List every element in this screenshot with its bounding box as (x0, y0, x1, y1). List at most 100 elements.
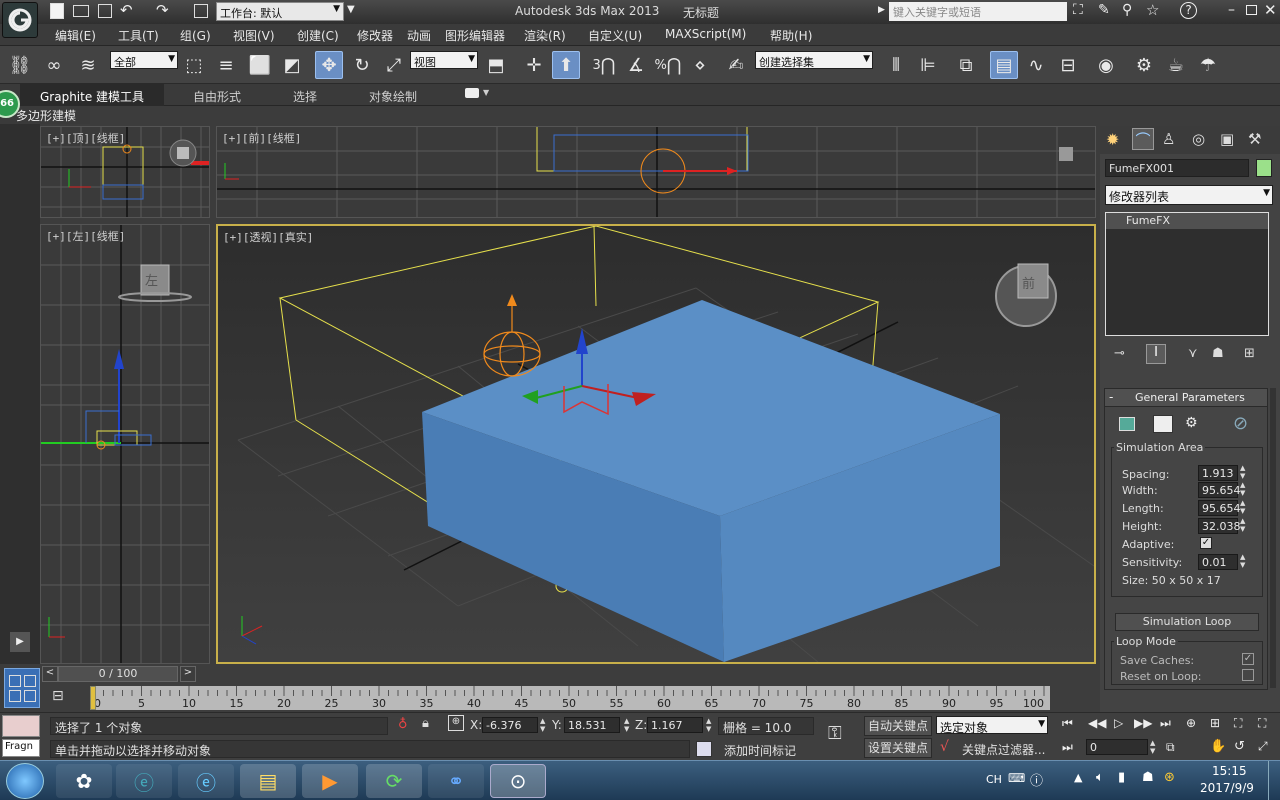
key-filters-button[interactable]: 关键点过滤器... (962, 741, 1045, 758)
isolate-selection-icon[interactable]: ♁ (398, 717, 408, 732)
spinner-arrows-icon[interactable]: ▲ ▼ (1150, 739, 1155, 755)
modifier-stack-item[interactable]: FumeFX (1106, 213, 1268, 229)
ribbon-tab-selection[interactable]: 选择 (293, 88, 317, 105)
rendered-frame-window-icon[interactable]: ☕ (1162, 51, 1190, 79)
menu-tools[interactable]: 工具(T) (118, 27, 159, 44)
utilities-tab-icon[interactable]: ⚒ (1248, 130, 1261, 148)
schematic-view-icon[interactable]: ⊟ (1054, 51, 1082, 79)
restore-icon[interactable] (1246, 5, 1257, 15)
app-logo-icon[interactable] (2, 2, 38, 38)
viewport-perspective[interactable]: [+][透视][真实] 前 (216, 224, 1096, 664)
project-folder-icon[interactable] (194, 4, 208, 18)
viewcube-left-text[interactable]: 左 (145, 274, 158, 289)
prev-frame-icon[interactable]: < (42, 666, 58, 682)
redo-icon[interactable]: ↷ (156, 1, 169, 19)
modifier-list-dropdown[interactable]: 修改器列表 ▼ (1105, 185, 1273, 205)
keyboard-shortcut-override-icon[interactable]: ⬆ (552, 51, 580, 79)
workspace-dropdown[interactable]: 工作台: 默认 ▼ (216, 2, 344, 21)
bind-space-warp-icon[interactable]: ≋ (74, 51, 102, 79)
ribbon-tab-graphite[interactable]: Graphite 建模工具 (20, 84, 165, 106)
spinner-arrows-icon[interactable]: ▲ ▼ (1240, 499, 1245, 515)
start-button[interactable] (6, 763, 44, 799)
ime-help-icon[interactable]: ⓘ (1030, 770, 1043, 789)
select-and-manipulate-icon[interactable]: ✛ (520, 51, 548, 79)
render-production-icon[interactable]: ☂ (1194, 51, 1222, 79)
z-coordinate-field[interactable]: 1.167 (647, 717, 703, 733)
curve-editor-icon[interactable]: ∿ (1022, 51, 1050, 79)
reference-coordinate-dropdown[interactable]: 视图 ▼ (410, 51, 478, 69)
mirror-icon[interactable]: ⫴ (882, 51, 910, 79)
taskbar-media-player-icon[interactable]: ▶ (302, 764, 358, 798)
track-bar[interactable]: 0 5 10 15 20 25 30 35 40 45 50 55 60 65 70 75 80 85 90 95 10… (90, 686, 1050, 710)
quick-access-dropdown-icon[interactable]: ▼ (347, 4, 355, 15)
select-and-link-icon[interactable]: ⛓ (6, 51, 34, 79)
key-mode-toggle-icon[interactable]: ⏭ (1062, 740, 1073, 755)
key-curve-icon[interactable]: √ (940, 739, 949, 755)
create-tab-icon[interactable]: ✹ (1106, 130, 1119, 149)
spinner-arrows-icon[interactable]: ▲ ▼ (1240, 481, 1245, 497)
menu-views[interactable]: 视图(V) (233, 27, 275, 44)
x-coordinate-field[interactable]: -6.376 (482, 717, 538, 733)
language-indicator[interactable]: CH (986, 773, 1002, 786)
show-end-result-icon[interactable]: I (1146, 344, 1166, 364)
keyboard-icon[interactable]: ⌨ (1008, 771, 1025, 785)
rectangular-selection-icon[interactable]: ⬜ (246, 51, 274, 79)
help-icon[interactable]: ? (1180, 2, 1197, 19)
time-slider[interactable]: 0 / 100 (58, 666, 178, 682)
viewcube-persp-text[interactable]: 前 (1022, 276, 1035, 292)
orbit-icon[interactable]: ↺ (1234, 739, 1245, 754)
ribbon-tab-freeform[interactable]: 自由形式 (193, 88, 241, 105)
menu-customize[interactable]: 自定义(U) (588, 27, 642, 44)
pan-icon[interactable]: ✋ (1210, 739, 1226, 754)
viewport-label-top[interactable]: [+][顶][线框] (46, 130, 125, 146)
material-editor-icon[interactable]: ◉ (1092, 51, 1120, 79)
show-desktop-button[interactable] (1268, 761, 1280, 800)
menu-rendering[interactable]: 渲染(R) (524, 27, 566, 44)
sensitivity-spinner[interactable]: 0.01 (1198, 554, 1238, 570)
absolute-mode-icon[interactable]: ⊕ (448, 715, 464, 731)
chevron-down-icon[interactable]: ▼ (483, 88, 489, 97)
current-frame-field[interactable]: 0 (1086, 739, 1148, 755)
binoculars-icon[interactable]: ⛶ (1073, 2, 1083, 18)
spinner-arrows-icon[interactable]: ▲ ▼ (1240, 464, 1245, 480)
adaptive-checkbox[interactable]: ✓ (1200, 537, 1212, 549)
minimize-icon[interactable]: – (1228, 2, 1235, 18)
graphite-toggle-icon[interactable]: ▤ (990, 51, 1018, 79)
preview-icon[interactable] (1153, 415, 1173, 433)
link-icon[interactable]: ⊘ (1233, 413, 1248, 434)
search-arrow-icon[interactable]: ▶ (878, 5, 885, 15)
selection-lock-icon[interactable]: 🔒︎ (422, 716, 429, 731)
spinner-arrows-icon[interactable]: ▲ ▼ (706, 717, 711, 733)
taskbar-ie-icon[interactable]: ⓔ (178, 764, 234, 798)
viewport-front[interactable]: [+][前][线框] (216, 126, 1096, 218)
zoom-extents-icon[interactable]: ⛶ (1234, 716, 1242, 731)
set-key-button[interactable]: 设置关键点 (864, 738, 932, 758)
new-file-icon[interactable] (50, 3, 64, 19)
exchange-icon[interactable]: ⚲ (1122, 2, 1132, 18)
remove-modifier-icon[interactable]: ☗ (1212, 346, 1224, 361)
select-by-name-icon[interactable]: ≡ (212, 51, 240, 79)
unlink-icon[interactable]: ∞ (40, 51, 68, 79)
pin-stack-icon[interactable]: ⊸ (1114, 346, 1125, 361)
clock-date[interactable]: 2017/9/9 (1200, 781, 1254, 795)
edit-named-selection-icon[interactable]: ✍ (722, 51, 750, 79)
play-icon[interactable]: ▷ (1114, 716, 1123, 730)
maxscript-mini-listener[interactable]: Fragn (2, 739, 40, 757)
viewport-label-left[interactable]: [+][左][线框] (46, 228, 125, 244)
ribbon-subpanel-label[interactable]: 多边形建模 (16, 107, 76, 124)
taskbar-cloud-icon[interactable]: ⚭ (428, 764, 484, 798)
auto-key-button[interactable]: 自动关键点 (864, 716, 932, 736)
angle-snap-icon[interactable]: ∡ (622, 51, 650, 79)
snaps-toggle-icon[interactable]: 3 ⋂ (590, 51, 618, 79)
taskbar-3dsmax-icon[interactable]: ⊙ (490, 764, 546, 798)
tray-security-icon[interactable]: ⊛ (1164, 770, 1175, 785)
viewport-layout-button[interactable] (4, 668, 40, 708)
length-spinner[interactable]: 95.654 (1198, 500, 1241, 516)
spinner-arrows-icon[interactable]: ▲ ▼ (1240, 553, 1245, 569)
menu-graph-editors[interactable]: 图形编辑器 (445, 27, 505, 44)
selection-filter-dropdown[interactable]: 全部 ▼ (110, 51, 178, 69)
menu-help[interactable]: 帮助(H) (770, 27, 812, 44)
reset-on-loop-checkbox[interactable] (1242, 669, 1254, 681)
add-time-tag[interactable]: 添加时间标记 (724, 742, 796, 759)
render-setup-icon[interactable]: ⚙ (1130, 51, 1158, 79)
